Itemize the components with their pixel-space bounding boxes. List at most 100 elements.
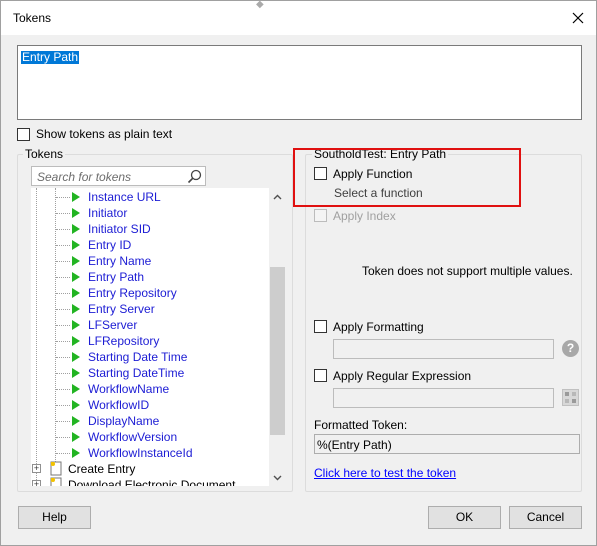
apply-regex-label: Apply Regular Expression — [333, 369, 472, 383]
tree-connector — [56, 437, 70, 438]
token-item[interactable]: Starting Date Time — [31, 349, 269, 365]
token-item-label: Initiator SID — [88, 222, 151, 236]
tree-connector — [56, 325, 70, 326]
apply-regex-checkbox[interactable] — [314, 369, 327, 382]
token-item-label: Initiator — [88, 206, 128, 220]
help-button[interactable]: Help — [18, 506, 91, 529]
token-arrow-icon — [72, 256, 80, 266]
token-arrow-icon — [72, 432, 80, 442]
token-item-label: Entry Server — [88, 302, 155, 316]
scroll-up-button[interactable] — [269, 188, 286, 205]
token-tree[interactable]: Instance URL Initiator Initiator SID Entry … — [31, 188, 285, 486]
tree-connector — [56, 277, 70, 278]
token-item-label: WorkflowID — [88, 398, 150, 412]
token-item-label: LFRepository — [88, 334, 160, 348]
chevron-up-icon — [273, 194, 282, 199]
tree-connector — [56, 373, 70, 374]
tree-connector — [56, 341, 70, 342]
token-item[interactable]: Entry Name — [31, 253, 269, 269]
help-icon[interactable]: ? — [562, 340, 579, 357]
tree-connector — [56, 421, 70, 422]
selected-token-text: Entry Path — [21, 50, 80, 64]
tree-connector — [56, 293, 70, 294]
token-item-label: Entry ID — [88, 238, 132, 252]
expand-icon[interactable]: + — [32, 464, 41, 473]
token-tree-scrollbar[interactable] — [269, 188, 286, 486]
apply-index-checkbox — [314, 209, 327, 222]
token-item-label: DisplayName — [88, 414, 160, 428]
token-arrow-icon — [72, 304, 80, 314]
tree-connector — [56, 357, 70, 358]
title-bar: ◆ Tokens — [1, 0, 596, 35]
token-item[interactable]: Initiator SID — [31, 221, 269, 237]
tree-connector — [56, 197, 70, 198]
token-arrow-icon — [72, 352, 80, 362]
token-arrow-icon — [72, 272, 80, 282]
token-item[interactable]: Starting DateTime — [31, 365, 269, 381]
token-item-label: WorkflowName — [88, 382, 170, 396]
token-arrow-icon — [72, 224, 80, 234]
token-item-label: WorkflowVersion — [88, 430, 178, 444]
token-arrow-icon — [72, 336, 80, 346]
tree-connector — [56, 229, 70, 230]
token-editor[interactable]: Entry Path — [17, 45, 582, 120]
token-item[interactable]: Entry Path — [31, 269, 269, 285]
tokens-group-title: Tokens — [23, 147, 66, 161]
token-arrow-icon — [72, 288, 80, 298]
document-icon — [50, 461, 62, 476]
token-arrow-icon — [72, 240, 80, 250]
plain-text-checkbox[interactable] — [17, 128, 30, 141]
token-item[interactable]: DisplayName — [31, 413, 269, 429]
multi-value-note: Token does not support multiple values. — [362, 264, 573, 278]
tree-connector — [56, 405, 70, 406]
token-item[interactable]: Instance URL — [31, 189, 269, 205]
token-item[interactable]: LFRepository — [31, 333, 269, 349]
close-button[interactable] — [564, 5, 592, 31]
regex-builder-icon — [562, 389, 579, 406]
tree-connector — [56, 453, 70, 454]
tree-connector — [56, 261, 70, 262]
formatted-token-value: %(Entry Path) — [317, 438, 392, 452]
tree-connector — [56, 309, 70, 310]
formatted-token-field[interactable]: %(Entry Path) — [314, 434, 580, 454]
token-arrow-icon — [72, 368, 80, 378]
token-item-label: Starting DateTime — [88, 366, 185, 380]
token-arrow-icon — [72, 384, 80, 394]
activity-folder-label: Download Electronic Document — [68, 478, 236, 486]
ok-button[interactable]: OK — [428, 506, 501, 529]
search-icon[interactable] — [187, 169, 202, 184]
token-item[interactable]: Entry Repository — [31, 285, 269, 301]
apply-formatting-checkbox[interactable] — [314, 320, 327, 333]
token-item[interactable]: WorkflowVersion — [31, 429, 269, 445]
token-item[interactable]: WorkflowID — [31, 397, 269, 413]
activity-folder-item[interactable]: + Download Electronic Document — [31, 477, 269, 486]
token-item-label: Instance URL — [88, 190, 161, 204]
dialog-title: Tokens — [13, 11, 52, 25]
token-item-label: Entry Path — [88, 270, 145, 284]
tokens-dialog: ◆ Tokens Entry Path Show tokens as plain… — [0, 0, 597, 546]
formatted-token-label: Formatted Token: — [314, 418, 408, 432]
token-arrow-icon — [72, 208, 80, 218]
token-search-input[interactable]: Search for tokens — [31, 166, 206, 186]
scroll-thumb[interactable] — [270, 267, 285, 435]
test-token-link[interactable]: Click here to test the token — [314, 466, 456, 480]
token-item[interactable]: WorkflowName — [31, 381, 269, 397]
regex-grid-icon — [565, 392, 576, 403]
cancel-button[interactable]: Cancel — [509, 506, 582, 529]
tree-connector — [56, 245, 70, 246]
activity-folder-item[interactable]: + Create Entry — [31, 461, 269, 477]
token-arrow-icon — [72, 192, 80, 202]
token-item[interactable]: Entry ID — [31, 237, 269, 253]
token-arrow-icon — [72, 320, 80, 330]
token-item[interactable]: Initiator — [31, 205, 269, 221]
scroll-down-button[interactable] — [269, 469, 286, 486]
token-item[interactable]: WorkflowInstanceId — [31, 445, 269, 461]
token-item[interactable]: Entry Server — [31, 301, 269, 317]
chevron-down-icon — [273, 475, 282, 480]
token-item-label: WorkflowInstanceId — [88, 446, 193, 460]
token-item[interactable]: LFServer — [31, 317, 269, 333]
token-arrow-icon — [72, 400, 80, 410]
title-drag-marker: ◆ — [256, 0, 264, 10]
expand-icon[interactable]: + — [32, 480, 41, 486]
token-item-label: Entry Name — [88, 254, 152, 268]
